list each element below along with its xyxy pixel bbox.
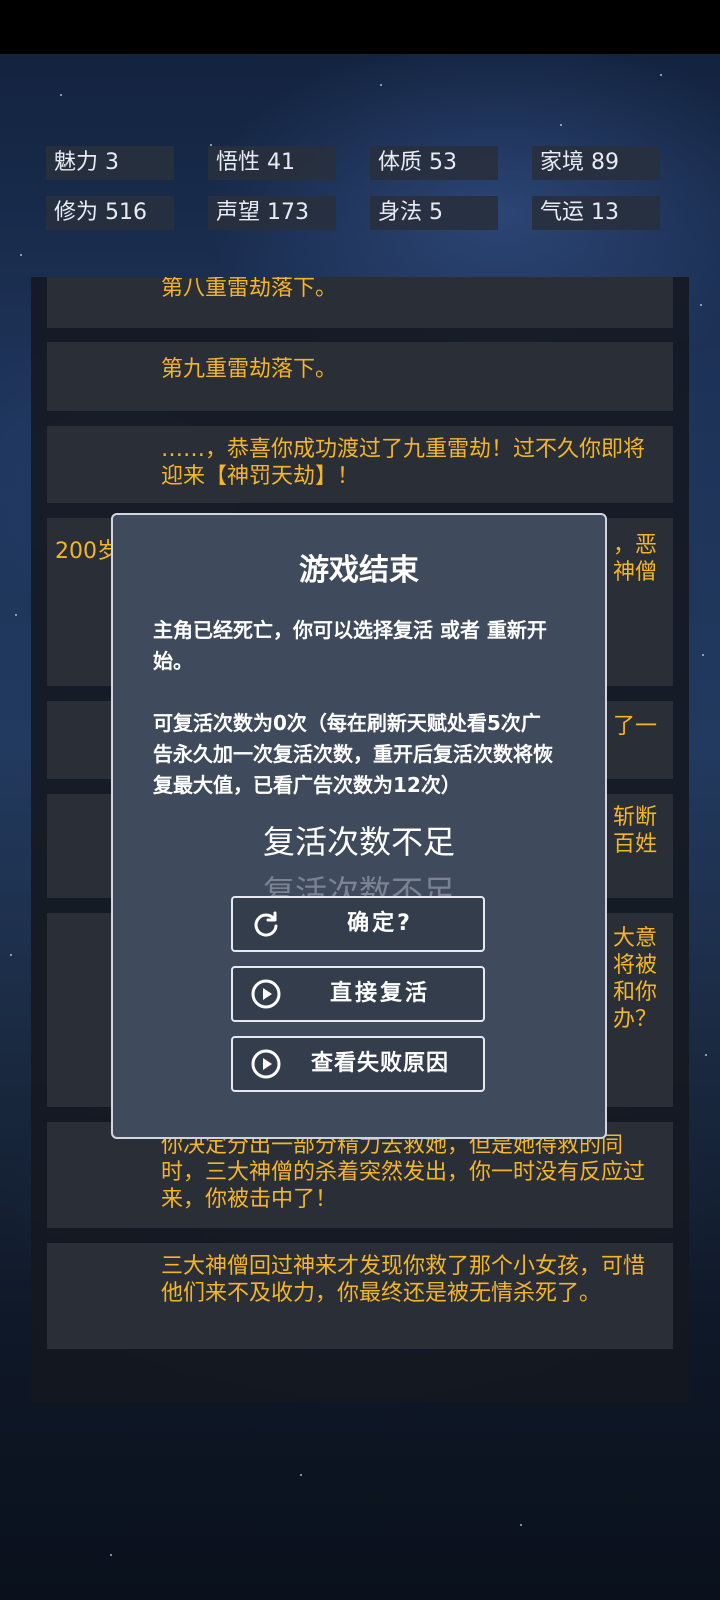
log-text: 第八重雷劫落下。	[161, 277, 338, 301]
play-circle-icon	[251, 1049, 281, 1079]
stat-reputation: 声望 173	[208, 196, 336, 230]
revive-insufficient-toast: 复活次数不足	[262, 823, 455, 861]
log-item: 第八重雷劫落下。	[47, 277, 673, 328]
log-item: ……，恭喜你成功渡过了九重雷劫！过不久你即将迎来【神罚天劫】！	[47, 426, 673, 503]
log-text: ……，恭喜你成功渡过了九重雷劫！过不久你即将迎来【神罚天劫】！	[161, 437, 646, 489]
dialog-message: 主角已经死亡，你可以选择复活 或者 重新开始。 可复活次数为0次（每在刷新天赋处…	[153, 615, 553, 832]
log-text: 第九重雷劫落下。	[161, 357, 338, 382]
status-bar	[0, 0, 720, 54]
log-item: 第九重雷劫落下。	[47, 342, 673, 411]
stat-charm: 魅力 3	[46, 146, 174, 180]
view-failure-reason-button[interactable]: 查看失败原因	[231, 1036, 485, 1092]
dialog-title: 游戏结束	[299, 553, 419, 588]
log-item: 三大神僧回过神来才发现你救了那个小女孩，可惜他们来不及收力，你最终还是被无情杀死…	[47, 1243, 673, 1349]
log-age: 200岁	[55, 539, 119, 564]
refresh-icon	[254, 911, 278, 937]
death-message: 主角已经死亡，你可以选择复活 或者 重新开始。	[153, 618, 547, 673]
direct-revive-button[interactable]: 直接复活	[231, 966, 485, 1022]
stat-cultivation: 修为 516	[46, 196, 174, 230]
stat-luck: 气运 13	[532, 196, 660, 230]
attribute-stats: 魅力 3 悟性 41 体质 53 家境 89 修为 516 声望 173 身法 …	[46, 146, 666, 230]
stat-family: 家境 89	[532, 146, 660, 180]
direct-revive-label: 直接复活	[329, 981, 430, 1006]
confirm-restart-label: 确定?	[347, 911, 413, 936]
game-over-dialog: 游戏结束 主角已经死亡，你可以选择复活 或者 重新开始。 可复活次数为0次（每在…	[111, 513, 607, 1139]
play-circle-icon	[251, 979, 281, 1009]
stat-comprehension: 悟性 41	[208, 146, 336, 180]
log-text: 你决定分出一部分精力去救她，但是她得救的同时，三大神僧的杀着突然发出，你一时没有…	[161, 1133, 646, 1212]
log-text: 三大神僧回过神来才发现你救了那个小女孩，可惜他们来不及收力，你最终还是被无情杀死…	[161, 1254, 646, 1306]
stat-constitution: 体质 53	[370, 146, 498, 180]
stat-agility: 身法 5	[370, 196, 498, 230]
revive-count-message: 可复活次数为0次（每在刷新天赋处看5次广告永久加一次复活次数，重开后复活次数将恢…	[153, 711, 553, 797]
view-failure-reason-label: 查看失败原因	[310, 1051, 449, 1076]
confirm-restart-button[interactable]: 确定?	[231, 896, 485, 952]
